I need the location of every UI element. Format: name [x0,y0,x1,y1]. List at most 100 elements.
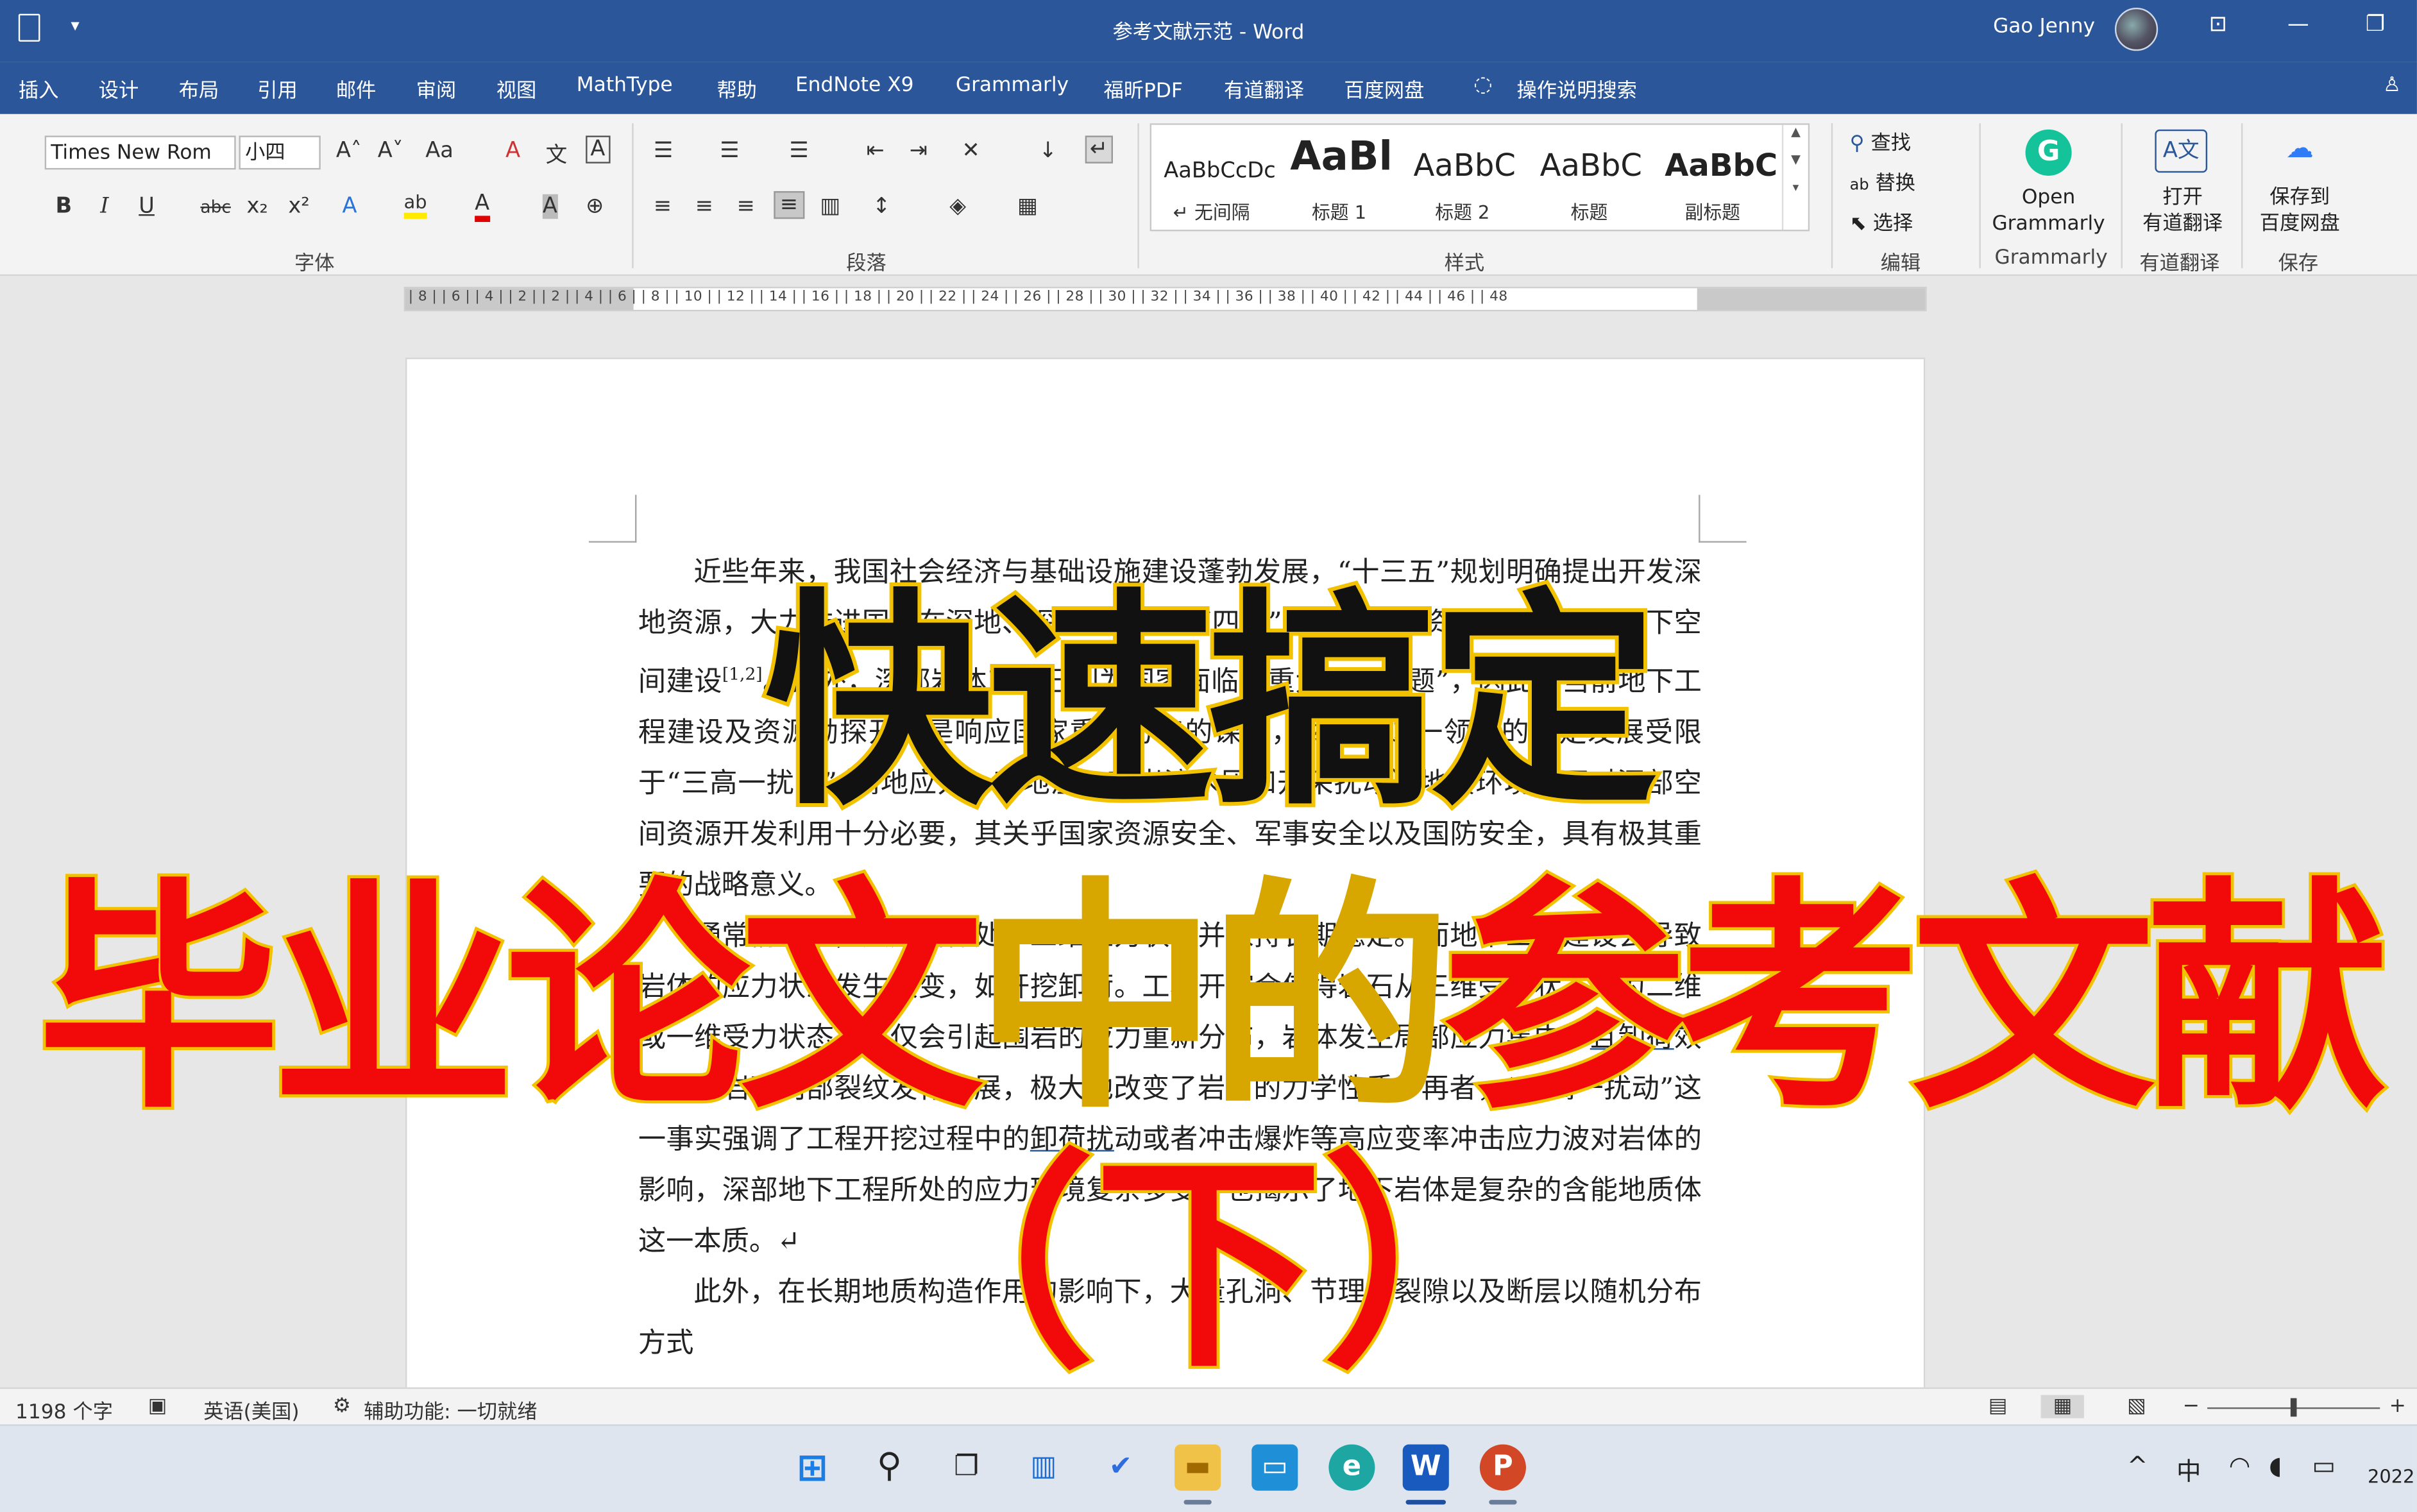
tab-endnote[interactable]: EndNote X9 [795,74,914,97]
decrease-indent-icon[interactable]: ⇤ [866,139,884,163]
sort-icon[interactable]: ↓ [1039,139,1057,163]
zoom-slider-thumb[interactable] [2290,1398,2297,1417]
print-layout-icon[interactable]: ▦ [2040,1395,2085,1418]
battery-icon[interactable]: ▭ [2312,1450,2336,1480]
grow-font-button[interactable]: A˄ [336,139,362,163]
tab-mailings[interactable]: 邮件 [336,74,377,103]
read-mode-icon[interactable]: ▤ [1989,1395,2008,1418]
increase-indent-icon[interactable]: ⇥ [910,139,928,163]
word-count[interactable]: 1198 个字 [15,1395,113,1424]
clock-date[interactable]: 2022 [2368,1466,2414,1488]
bold-button[interactable]: B [56,194,72,219]
character-shading-button[interactable]: A [542,194,557,219]
share-icon[interactable]: ♙ [2383,74,2401,97]
distributed-icon[interactable]: ▥ [820,194,840,219]
font-name-combobox[interactable]: Times New Rom [44,135,236,170]
status-bar: 1198 个字 ▣ 英语(美国) ⚙ 辅助功能: 一切就绪 ▤ ▦ ▧ − + [0,1387,2417,1426]
tell-me-search[interactable]: 操作说明搜索 [1517,74,1637,103]
tray-overflow-icon[interactable]: ^ [2127,1450,2148,1480]
remote-desktop-icon[interactable]: ▭ [1251,1444,1298,1491]
zoom-out-button[interactable]: − [2183,1395,2200,1418]
clear-formatting-button[interactable]: A [505,139,520,163]
line-spacing-icon[interactable]: ↕ [872,194,890,219]
tab-design[interactable]: 设计 [99,74,139,103]
proofing-icon[interactable]: ▣ [148,1395,167,1418]
ribbon-display-options-icon[interactable]: ⊡ [2195,12,2241,37]
numbering-icon[interactable]: ☰ [720,139,739,163]
tab-grammarly[interactable]: Grammarly [956,74,1069,97]
minimize-button[interactable]: — [2275,12,2321,37]
windows-start-icon[interactable]: ⊞ [789,1445,835,1491]
file-explorer-icon[interactable]: ▬ [1175,1444,1221,1491]
multilevel-list-icon[interactable]: ☰ [789,139,808,163]
tab-insert[interactable]: 插入 [19,74,59,103]
baidu-cloud-icon: ☁ [2286,132,2314,166]
paragraph-shading-icon[interactable]: ◈ [949,194,966,219]
wifi-icon[interactable]: ◠ [2229,1450,2251,1480]
lightbulb-icon: ◌ [1473,72,1493,98]
find-button[interactable]: ⚲ 查找 [1850,126,1911,156]
search-icon[interactable]: ⚲ [866,1445,912,1491]
italic-button[interactable]: I [100,194,108,219]
tab-mathtype[interactable]: MathType [577,74,673,97]
search-icon: ⚲ [1849,132,1865,156]
widgets-icon[interactable]: ▥ [1021,1445,1067,1491]
gallery-scrollbar[interactable]: ▲ ▼ ▾ [1781,124,1808,230]
paragraph-group-label: 段落 [846,253,886,276]
save-group-label: 保存 [2278,253,2319,276]
word-icon[interactable]: W [1402,1444,1449,1491]
volume-icon[interactable]: ◖ [2269,1450,2282,1480]
tab-youdao[interactable]: 有道翻译 [1224,74,1304,103]
phonetic-guide-button[interactable]: 文 [546,139,568,169]
align-center-icon[interactable]: ≡ [695,194,713,219]
youdao-group-label: 有道翻译 [2139,253,2220,276]
select-button[interactable]: ⬉ 选择 [1850,207,1913,236]
cursor-icon: ⬉ [1849,212,1867,236]
grammarly-icon: G [2025,129,2072,176]
avatar[interactable] [2114,8,2158,51]
task-view-icon[interactable]: ❐ [944,1445,990,1491]
zoom-in-button[interactable]: + [2389,1395,2406,1418]
tab-baidu-netdisk[interactable]: 百度网盘 [1344,74,1424,103]
enclose-characters-button[interactable]: ⊕ [586,194,604,219]
text-effects-button[interactable]: A [342,194,357,219]
chinese-layout-icon[interactable]: ✕ [962,139,980,163]
restore-button[interactable]: ❐ [2352,12,2398,37]
horizontal-ruler[interactable]: | 8 | | 6 | | 4 | | 2 | | 2 | | 4 | | 6 … [403,286,1927,312]
tab-review[interactable]: 审阅 [416,74,457,103]
replace-icon: ab [1849,177,1869,194]
tab-help[interactable]: 帮助 [717,74,757,103]
subscript-button[interactable]: x₂ [246,194,267,219]
accessibility-status[interactable]: 辅助功能: 一切就绪 [364,1395,537,1424]
highlight-button[interactable]: ab [403,191,427,219]
tab-references[interactable]: 引用 [257,74,298,103]
tab-layout[interactable]: 布局 [179,74,219,103]
strikethrough-button[interactable]: abc [200,198,231,217]
ruler-ticks: | 8 | | 6 | | 4 | | 2 | | 2 | | 4 | | 6 … [408,289,1508,305]
align-right-icon[interactable]: ≡ [737,194,755,219]
bullets-icon[interactable]: ☰ [654,139,673,163]
tab-foxit-pdf[interactable]: 福昕PDF [1104,74,1183,103]
show-marks-icon[interactable]: ↵ [1085,135,1113,164]
powerpoint-icon[interactable]: P [1479,1444,1526,1491]
borders-icon[interactable]: ▦ [1017,194,1038,219]
shrink-font-button[interactable]: A˅ [378,139,403,163]
web-layout-icon[interactable]: ▧ [2127,1395,2146,1418]
todo-check-icon[interactable]: ✔ [1098,1445,1144,1491]
character-border-button[interactable]: A [586,135,610,164]
replace-button[interactable]: ab 替换 [1850,167,1915,196]
edge-icon[interactable]: e [1328,1444,1375,1491]
language-indicator[interactable]: 英语(美国) [203,1395,299,1424]
overlay-title-line1: 快速搞定 [761,566,1663,839]
underline-button[interactable]: U [139,194,155,219]
superscript-button[interactable]: x² [288,194,309,219]
ime-indicator[interactable]: 中 [2176,1450,2201,1488]
change-case-button[interactable]: Aa [425,139,454,163]
align-left-icon[interactable]: ≡ [654,194,672,219]
font-color-button[interactable]: A [475,191,490,223]
font-size-combobox[interactable]: 小四 [239,135,321,170]
accessibility-icon: ⚙ [333,1395,352,1418]
user-name[interactable]: Gao Jenny [1993,15,2095,38]
justify-icon[interactable]: ≡ [774,191,804,219]
tab-view[interactable]: 视图 [496,74,537,103]
